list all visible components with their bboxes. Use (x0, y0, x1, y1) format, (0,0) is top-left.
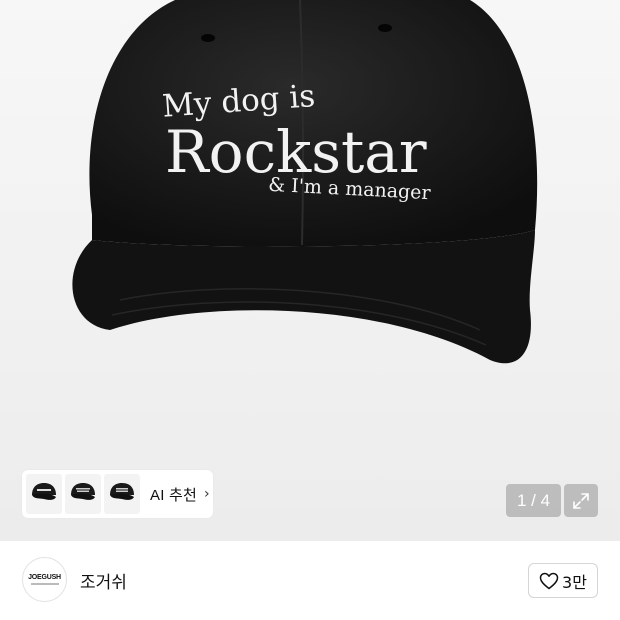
image-counter: 1 / 4 (506, 484, 561, 517)
expand-button[interactable] (564, 484, 598, 517)
shop-name[interactable]: 조거쉬 (80, 568, 127, 593)
ai-recommend-label: AI 추천 (150, 486, 197, 504)
shop-logo[interactable]: JOEGUSH (22, 557, 67, 602)
ai-recommend-button[interactable]: AI 추천 › (22, 470, 213, 518)
like-count: 3만 (562, 572, 587, 592)
product-image-gallery[interactable]: My dog is Rockstar & I'm a manager AI 추천… (0, 0, 620, 541)
shop-logo-tagline (30, 583, 59, 585)
cap-thumbnail-icon (32, 483, 56, 500)
thumbnail-cap-3[interactable] (104, 474, 140, 514)
chevron-right-icon: › (203, 486, 210, 502)
heart-icon (539, 572, 559, 589)
shop-info-row: JOEGUSH 조거쉬 3만 (0, 541, 620, 620)
thumbnail-cap-2[interactable] (65, 474, 101, 514)
shop-logo-text: JOEGUSH (28, 574, 61, 581)
like-button[interactable]: 3만 (528, 563, 598, 598)
thumbnail-cap-1[interactable] (26, 474, 62, 514)
cap-thumbnail-icon (110, 483, 134, 500)
expand-icon (573, 492, 589, 509)
cap-thumbnail-icon (71, 483, 95, 500)
product-image: My dog is Rockstar & I'm a manager (72, 0, 538, 364)
